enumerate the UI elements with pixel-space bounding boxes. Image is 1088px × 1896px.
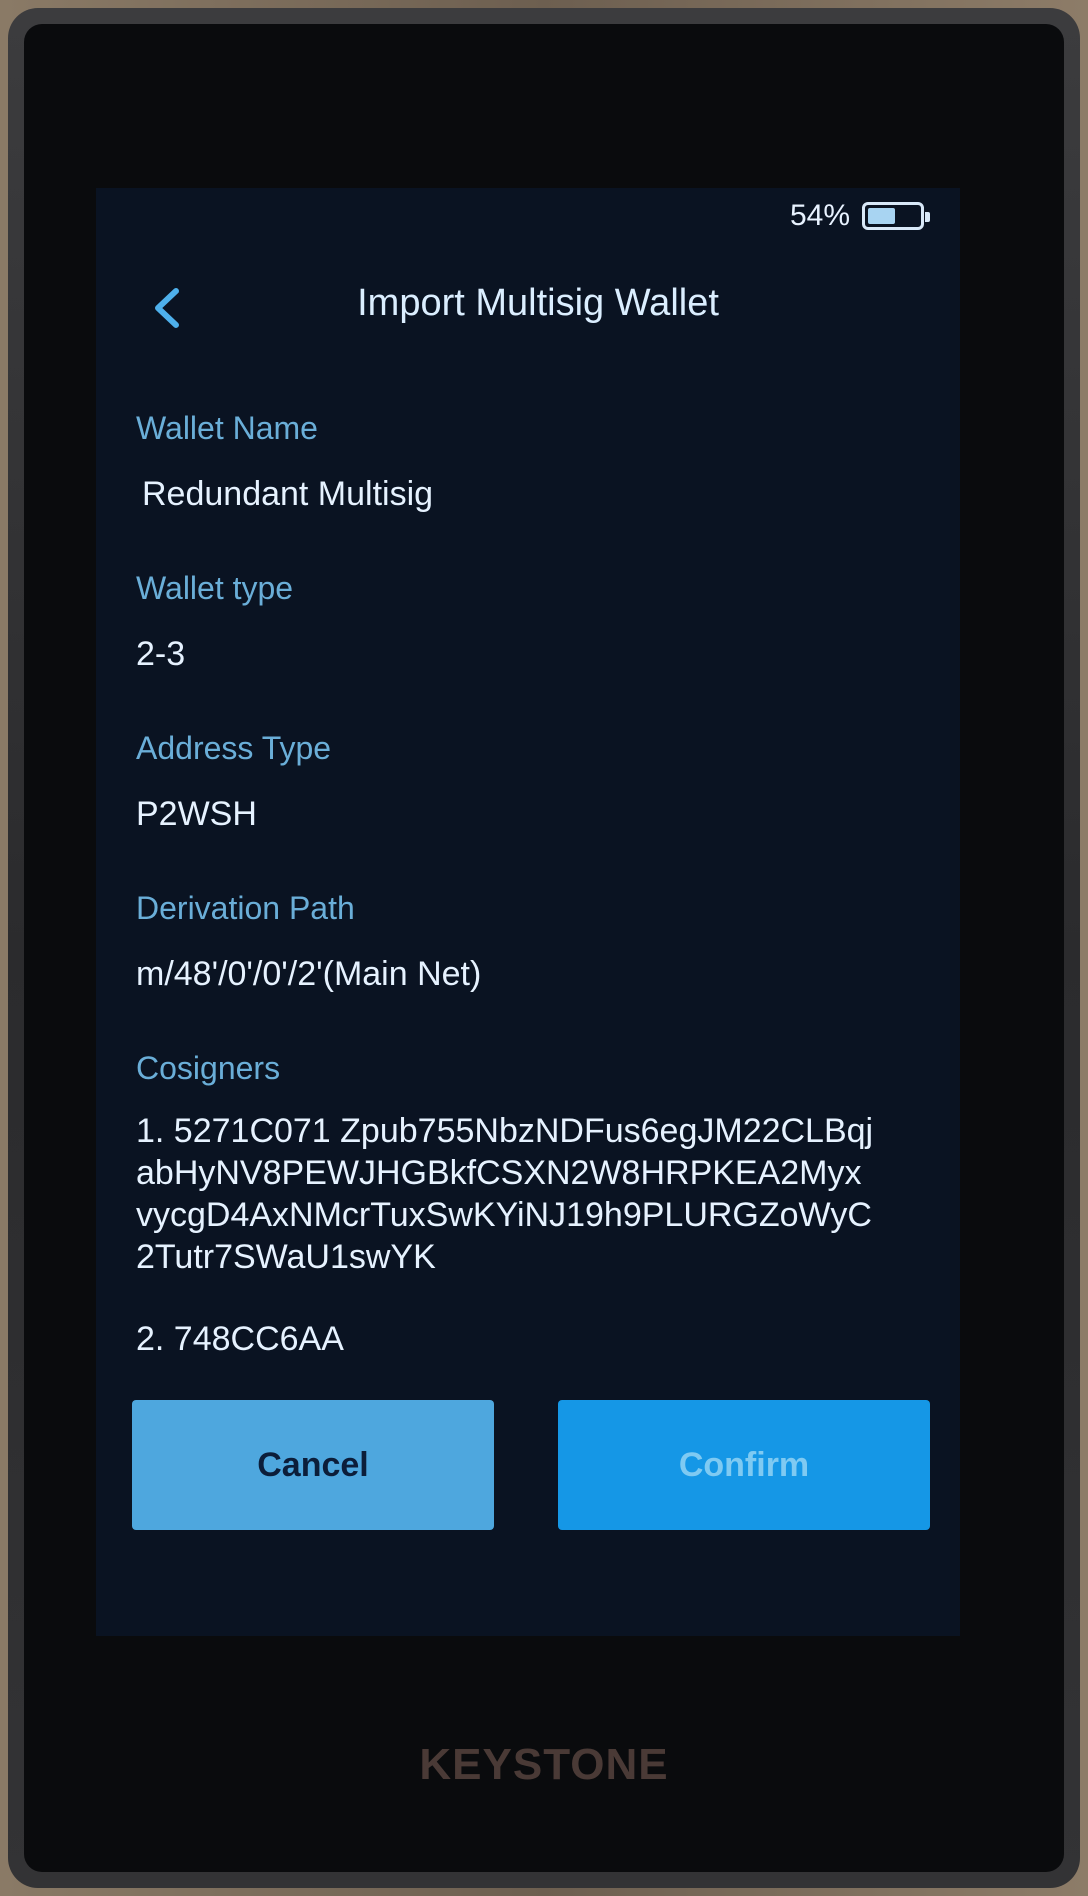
wallet-type-field: Wallet type 2-3 (136, 568, 936, 676)
cosigners-label: Cosigners (136, 1050, 281, 1086)
address-type-label: Address Type (136, 730, 332, 766)
wallet-name-field: Wallet Name Redundant Multisig (136, 408, 936, 516)
cancel-button[interactable]: Cancel (132, 1400, 494, 1530)
device-screen: 54% Import Multisig Wallet Wallet Name R… (96, 188, 960, 1636)
derivation-path-label: Derivation Path (136, 890, 355, 926)
wallet-type-value: 2-3 (136, 635, 186, 673)
cosigner-item: 2. 748CC6AA (136, 1320, 344, 1358)
wallet-name-value: Redundant Multisig (142, 475, 434, 513)
device-brand-logo: KEYSTONE (419, 1740, 669, 1789)
status-bar: 54% (789, 192, 930, 240)
battery-icon (862, 202, 930, 230)
address-type-field: Address Type P2WSH (136, 728, 936, 836)
cosigner-item: 1. 5271C071 Zpub755NbzNDFus6egJM22CLBqja… (136, 1112, 874, 1276)
page-title: Import Multisig Wallet (357, 282, 719, 324)
derivation-path-value: m/48'/0'/0'/2'(Main Net) (136, 955, 482, 993)
address-type-value: P2WSH (136, 795, 257, 833)
wallet-details: Wallet Name Redundant Multisig Wallet ty… (136, 408, 936, 1412)
action-bar: Cancel Confirm (96, 1388, 960, 1636)
derivation-path-field: Derivation Path m/48'/0'/0'/2'(Main Net) (136, 888, 936, 996)
confirm-button[interactable]: Confirm (558, 1400, 930, 1530)
wallet-name-label: Wallet Name (136, 410, 318, 446)
header: Import Multisig Wallet (96, 268, 960, 348)
battery-percent: 54% (789, 199, 850, 232)
cosigners-field[interactable]: Cosigners 1. 5271C071 Zpub755NbzNDFus6eg… (136, 1048, 936, 1360)
wallet-type-label: Wallet type (136, 570, 294, 606)
